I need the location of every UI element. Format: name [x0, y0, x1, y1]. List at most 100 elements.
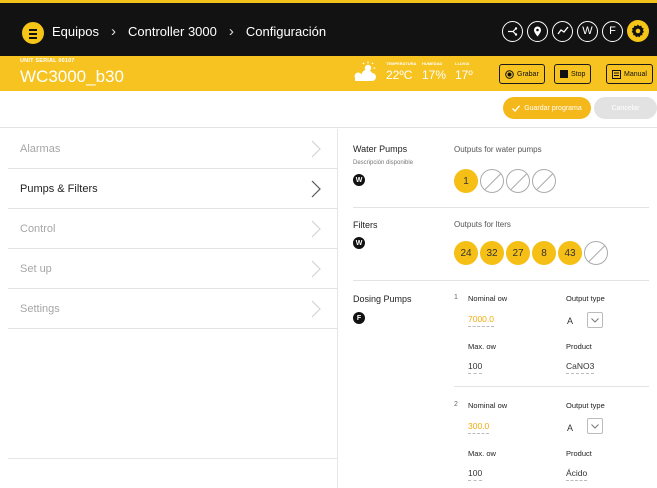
breadcrumb-controller[interactable]: Controller 3000	[128, 24, 217, 39]
chevron-down-icon	[591, 317, 599, 323]
filters-title: Filters	[353, 220, 378, 230]
temperature-value: 22ºC	[386, 68, 413, 82]
humidity-readout: HUMEDAD 17%	[422, 61, 446, 82]
stop-button[interactable]: Stop	[554, 64, 592, 84]
temperature-label: TEMPERATURA	[386, 61, 417, 66]
top-navigation-bar: Equipos › Controller 3000 › Configuració…	[0, 0, 657, 64]
chevron-down-icon	[591, 423, 599, 429]
humidity-value: 17%	[422, 68, 447, 82]
product-label: Product	[566, 449, 592, 458]
humidity-label: HUMEDAD	[422, 61, 443, 66]
sidebar: Alarmas Pumps & Filters Control Set up S…	[8, 129, 338, 488]
f-badge-icon: F	[353, 312, 365, 324]
record-icon	[505, 69, 514, 79]
chevron-right-icon	[311, 180, 321, 198]
nav-icon-group: W F	[502, 20, 649, 42]
product-label: Product	[566, 342, 592, 351]
max-flow-label: Max. ow	[468, 449, 496, 458]
unit-name: WC3000_b30	[20, 67, 124, 86]
save-program-label: Guardar programa	[524, 104, 582, 112]
unit-serial-label: UNIT SERIAL 00107	[20, 58, 75, 64]
output-type-label: Output type	[566, 401, 605, 410]
record-button[interactable]: Grabar	[499, 64, 545, 84]
empty-output-slot[interactable]	[584, 241, 608, 265]
empty-output-slot[interactable]	[506, 169, 530, 193]
w-badge-icon: W	[353, 174, 365, 186]
nominal-flow-input[interactable]: 7000.0	[468, 314, 494, 327]
output-slot[interactable]: 27	[506, 241, 530, 265]
chevron-right-icon: ›	[228, 23, 234, 40]
max-flow-label: Max. ow	[468, 342, 496, 351]
trend-icon[interactable]	[552, 20, 573, 42]
output-type-value[interactable]: A	[567, 423, 573, 433]
dosing-pump-index: 2	[454, 401, 458, 408]
output-slot[interactable]: 32	[480, 241, 504, 265]
water-pumps-title: Water Pumps	[353, 144, 408, 154]
cancel-button[interactable]: Cancelar	[594, 97, 657, 119]
nominal-flow-label: Nominal ow	[468, 401, 508, 410]
f-circle-icon[interactable]: F	[602, 20, 623, 42]
w-badge-icon: W	[353, 237, 365, 249]
empty-output-slot[interactable]	[532, 169, 556, 193]
top-accent-line	[0, 0, 657, 3]
pump-divider	[454, 386, 649, 387]
output-type-value[interactable]: A	[567, 316, 573, 326]
pumps-filters-panel: Water Pumps Descripción disponible W Out…	[339, 129, 657, 488]
sidebar-item-label: Control	[20, 222, 56, 235]
output-type-dropdown[interactable]	[587, 312, 603, 328]
breadcrumb-configuracion: Configuración	[245, 24, 327, 39]
unit-header-bar: UNIT SERIAL 00107 WC3000_b30 TEMPERATURA…	[0, 56, 657, 91]
settings-gear-icon[interactable]	[627, 20, 649, 42]
sidebar-item-label: Set up	[20, 262, 52, 275]
manual-label: Manual	[624, 70, 647, 78]
output-slot[interactable]: 8	[532, 241, 556, 265]
cancel-label: Cancelar	[611, 104, 640, 112]
water-pumps-subtitle: Descripción disponible	[353, 160, 414, 166]
location-icon[interactable]	[527, 20, 548, 42]
chevron-right-icon: ›	[110, 23, 116, 40]
manual-icon	[612, 69, 621, 79]
output-slot[interactable]: 43	[558, 241, 582, 265]
output-slot[interactable]: 24	[454, 241, 478, 265]
rain-readout: LLUVIA 17º	[455, 61, 473, 82]
temperature-readout: TEMPERATURA 22ºC	[386, 61, 416, 82]
save-program-button[interactable]: Guardar programa	[503, 97, 591, 119]
partly-sunny-icon	[352, 61, 380, 88]
sidebar-item-label: Settings	[20, 302, 60, 315]
water-pumps-outputs: 1	[454, 169, 556, 193]
manual-button[interactable]: Manual	[606, 64, 653, 84]
chevron-right-icon	[311, 140, 321, 158]
chevron-right-icon	[311, 260, 321, 278]
sidebar-footer	[8, 458, 338, 488]
water-pumps-section: Water Pumps Descripción disponible W Out…	[339, 129, 657, 209]
network-icon[interactable]	[502, 20, 523, 42]
nominal-flow-input[interactable]: 300.0	[468, 421, 490, 434]
filters-section: Filters W Outputs for lters 24 32 27 8 4…	[339, 208, 657, 280]
stop-label: Stop	[571, 70, 586, 78]
output-type-dropdown[interactable]	[587, 418, 603, 434]
product-input[interactable]: CaNO3	[566, 361, 595, 374]
rain-label: LLUVIA	[455, 61, 470, 66]
output-slot[interactable]: 1	[454, 169, 478, 193]
w-circle-icon[interactable]: W	[577, 20, 598, 42]
menu-icon[interactable]	[22, 22, 44, 44]
sidebar-item-settings[interactable]: Settings	[8, 289, 337, 329]
breadcrumb-equipos[interactable]: Equipos	[52, 24, 99, 39]
output-type-label: Output type	[566, 294, 605, 303]
dosing-pumps-title: Dosing Pumps	[353, 294, 412, 304]
check-icon	[512, 104, 521, 112]
max-flow-input[interactable]: 100	[468, 361, 483, 374]
sidebar-item-pumps-filters[interactable]: Pumps & Filters	[8, 169, 337, 209]
sidebar-item-label: Pumps & Filters	[20, 182, 98, 195]
filters-outputs: 24 32 27 8 43	[454, 241, 608, 265]
product-input[interactable]: Ácido	[566, 468, 588, 481]
max-flow-input[interactable]: 100	[468, 468, 483, 481]
sidebar-item-control[interactable]: Control	[8, 209, 337, 249]
dosing-pumps-section: Dosing Pumps F 1 Nominal ow Output type …	[339, 281, 657, 488]
sidebar-item-alarmas[interactable]: Alarmas	[8, 129, 337, 169]
breadcrumb: Equipos › Controller 3000 › Configuració…	[52, 24, 326, 39]
chevron-right-icon	[311, 220, 321, 238]
program-actions-bar: Guardar programa Cancelar	[0, 91, 657, 128]
sidebar-item-set-up[interactable]: Set up	[8, 249, 337, 289]
empty-output-slot[interactable]	[480, 169, 504, 193]
